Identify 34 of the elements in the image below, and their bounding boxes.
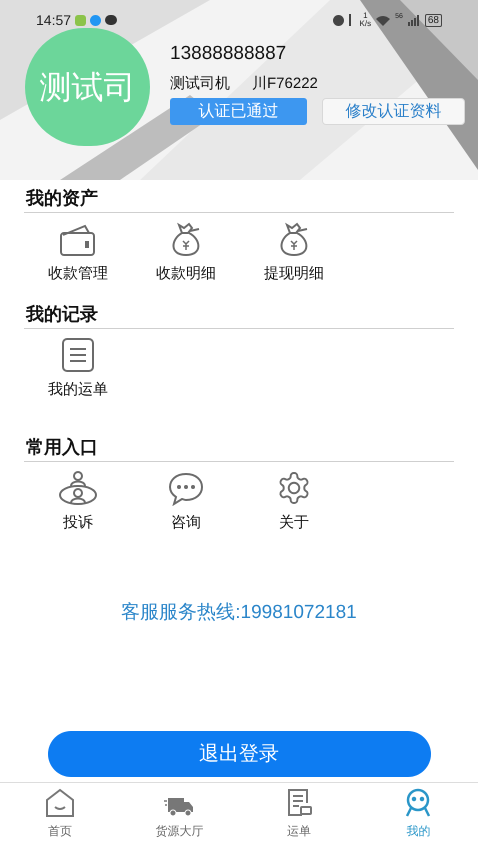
menu-item[interactable]: 关于 bbox=[240, 470, 348, 534]
chat-icon bbox=[168, 472, 204, 506]
people-icon bbox=[58, 470, 98, 506]
signal-icon bbox=[408, 14, 420, 26]
menu-item[interactable]: 收款管理 bbox=[24, 221, 132, 286]
section-title: 常用入口 bbox=[25, 436, 99, 459]
robot-face-icon bbox=[404, 788, 432, 818]
menu-item[interactable]: 我的运单 bbox=[24, 336, 132, 401]
edit-verification-button[interactable]: 修改认证资料 bbox=[322, 98, 465, 125]
speed-value: 1 bbox=[363, 12, 368, 20]
wallet-icon bbox=[59, 223, 97, 257]
menu-item[interactable]: 收款明细 bbox=[132, 221, 240, 286]
menu-item[interactable]: 提现明细 bbox=[240, 221, 348, 286]
menu-item[interactable]: 咨询 bbox=[132, 470, 240, 534]
verified-badge: 认证已通过 bbox=[170, 98, 307, 125]
license-plate: 川F76222 bbox=[252, 74, 318, 94]
battery-level: 68 bbox=[424, 14, 442, 26]
driver-name: 测试司机 bbox=[170, 74, 230, 94]
status-time: 14:57 bbox=[36, 10, 72, 30]
section-title: 我的记录 bbox=[24, 302, 99, 326]
tab[interactable]: 运单 bbox=[239, 783, 358, 850]
list-icon bbox=[61, 336, 95, 372]
phone-number: 13888888887 bbox=[170, 42, 288, 66]
truck-icon bbox=[164, 796, 194, 818]
speed-unit: K/s bbox=[360, 20, 372, 28]
tab[interactable]: 首页 bbox=[0, 783, 120, 850]
menu-item[interactable]: 投诉 bbox=[24, 470, 132, 534]
wifi-icon bbox=[376, 14, 390, 26]
tab[interactable]: 货源大厅 bbox=[120, 783, 239, 850]
logout-button[interactable]: 退出登录 bbox=[48, 731, 430, 777]
home-icon bbox=[44, 788, 75, 818]
waybill-icon bbox=[286, 788, 312, 818]
section-title: 我的资产 bbox=[24, 187, 99, 210]
hotline-text: 客服服务热线:19981072181 bbox=[121, 600, 357, 624]
